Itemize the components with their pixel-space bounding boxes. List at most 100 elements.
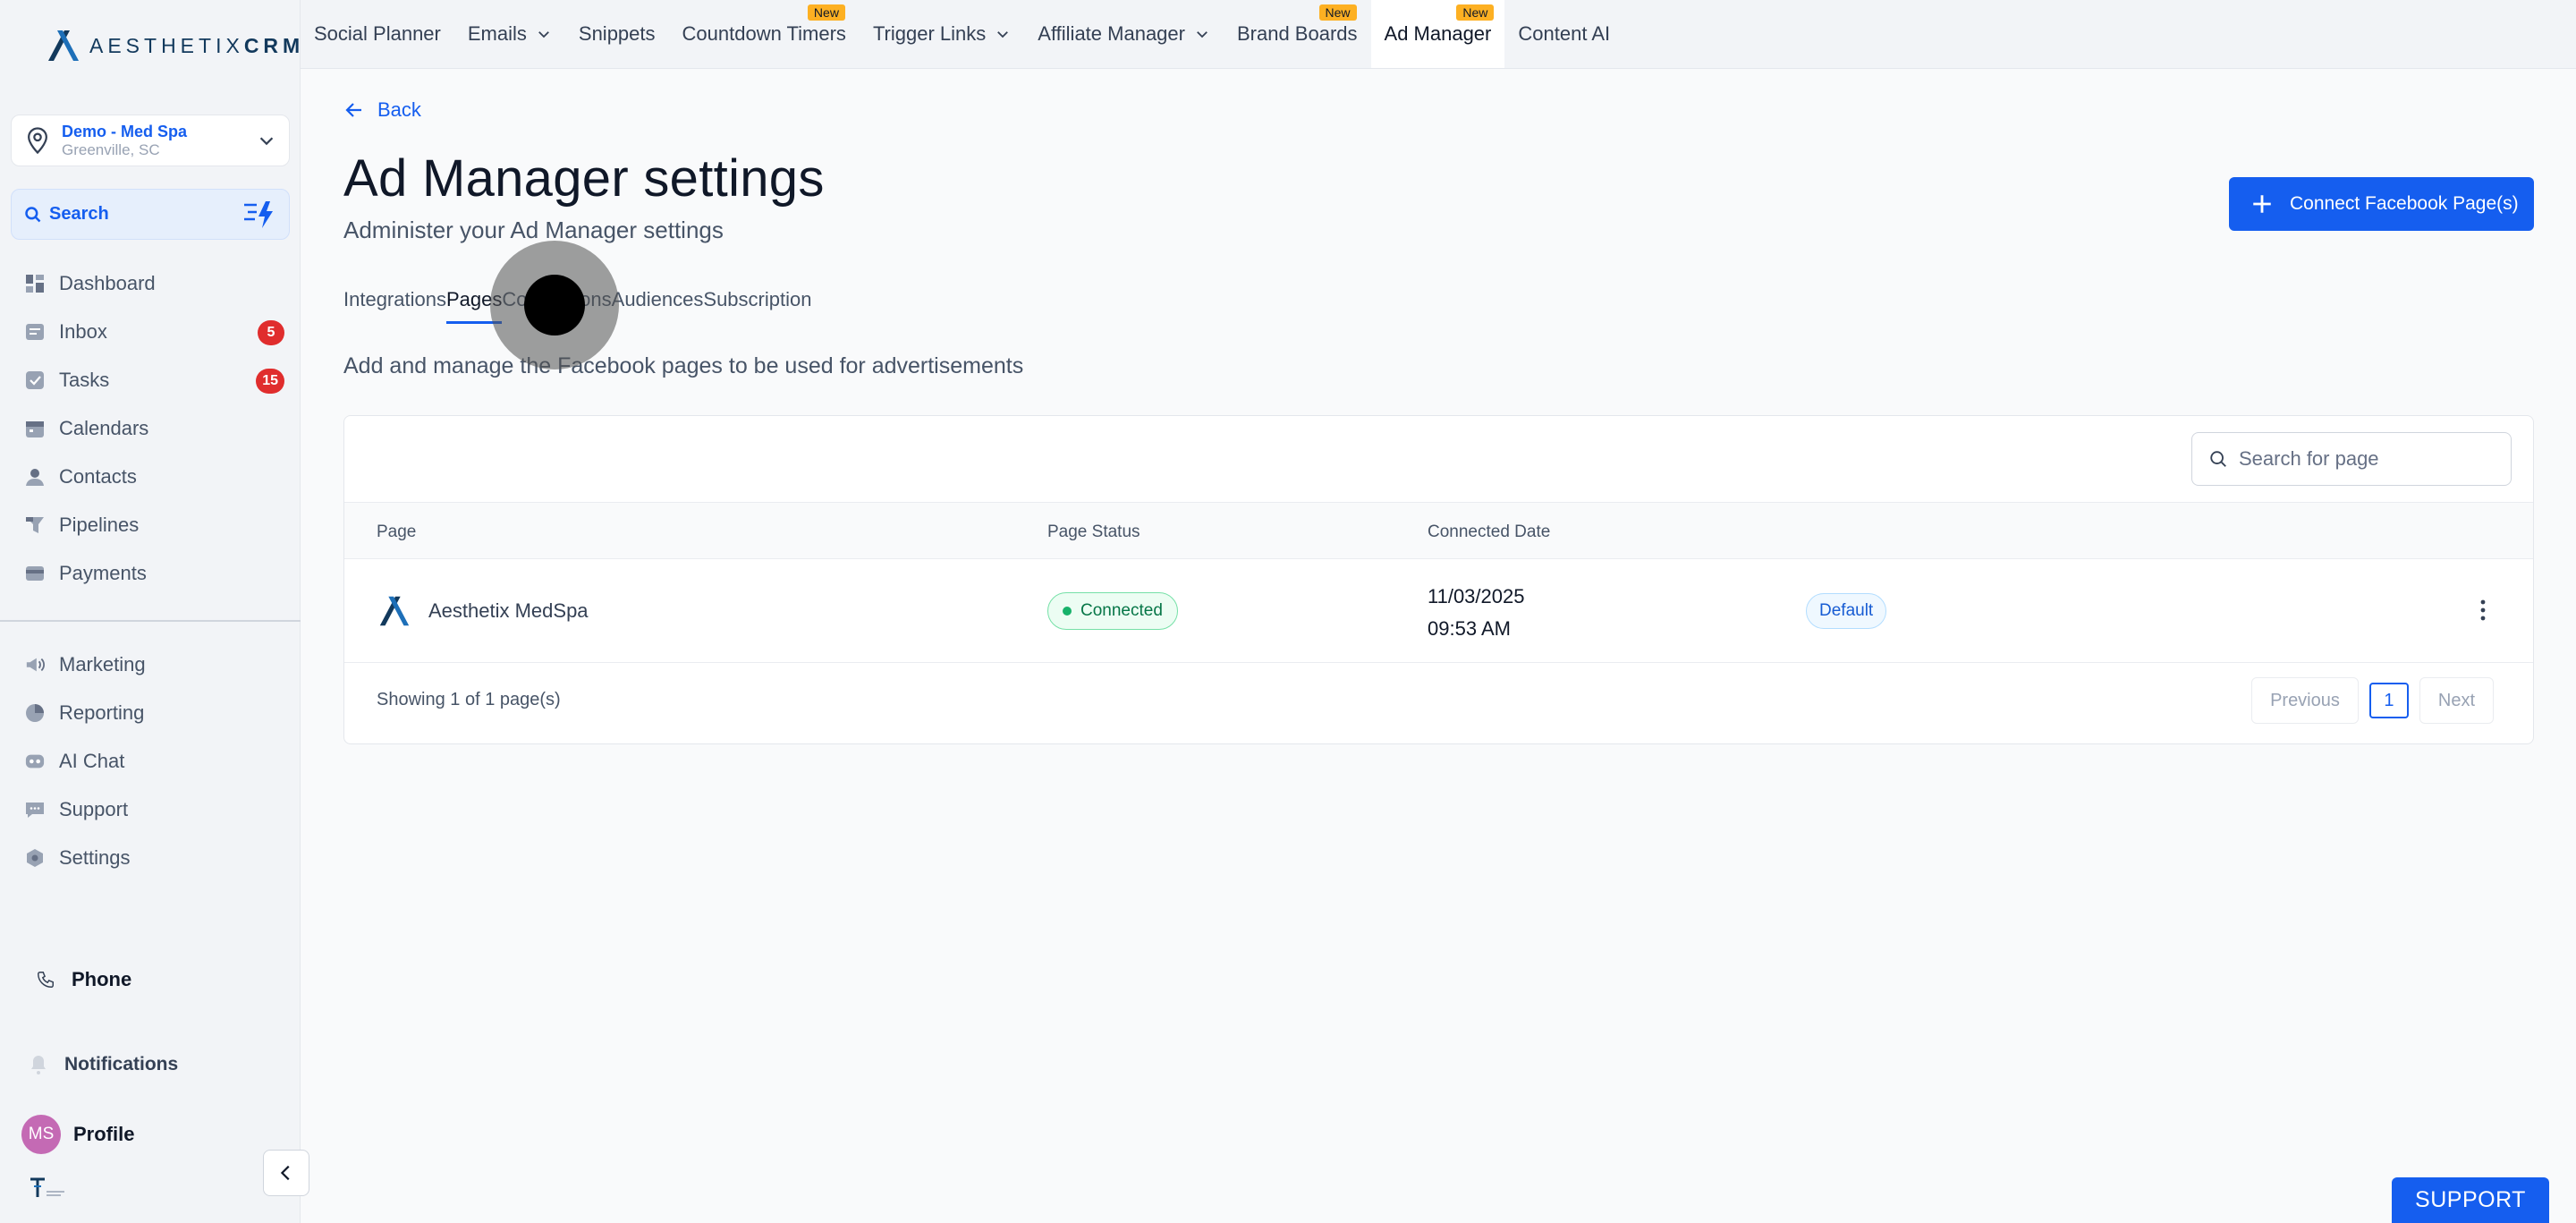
sidebar-item-reporting[interactable]: Reporting [0, 689, 301, 737]
sidebar-nav-primary: Dashboard Inbox 5 Tasks 15 Calendars Con… [0, 259, 301, 598]
location-city: Greenville, SC [62, 141, 160, 158]
tasks-icon [25, 370, 45, 390]
sidebar-item-tasks[interactable]: Tasks 15 [0, 356, 301, 404]
topnav-affiliate-manager[interactable]: Affiliate Manager [1024, 0, 1224, 68]
tab-integrations[interactable]: Integrations [343, 288, 446, 324]
table-row: Aesthetix MedSpa Connected 11/03/2025 09… [344, 559, 2533, 663]
connected-time: 09:53 AM [1428, 617, 1511, 640]
back-link[interactable]: Back [343, 98, 421, 122]
sidebar-item-marketing[interactable]: Marketing [0, 641, 301, 689]
previous-page-button[interactable]: Previous [2251, 677, 2359, 724]
sidebar-item-contacts[interactable]: Contacts [0, 453, 301, 501]
topnav-label: Snippets [578, 22, 656, 45]
marketing-icon [25, 655, 45, 675]
agency-mini-logo [27, 1174, 68, 1205]
sidebar-item-ai-chat[interactable]: AI Chat [0, 737, 301, 786]
phone-icon [38, 972, 54, 988]
page-cell: Aesthetix MedSpa [377, 593, 589, 629]
sidebar-item-label: Inbox [59, 320, 107, 343]
column-connected-date: Connected Date [1428, 522, 1551, 541]
calendar-icon [25, 419, 45, 438]
topnav-emails[interactable]: Emails [454, 0, 565, 68]
support-icon [25, 800, 45, 820]
row-actions-button[interactable] [2479, 599, 2487, 626]
sidebar-item-inbox[interactable]: Inbox 5 [0, 308, 301, 356]
chevron-down-icon [997, 31, 1009, 38]
page-logo-icon [379, 596, 410, 626]
search-icon [2210, 451, 2226, 467]
topnav-ad-manager[interactable]: Ad Manager New [1370, 0, 1505, 68]
avatar: MS [21, 1115, 61, 1154]
bell-icon [31, 1056, 46, 1074]
sidebar-search[interactable]: Search [11, 189, 290, 240]
topnav-label: Social Planner [314, 22, 441, 45]
topnav-label: Brand Boards [1236, 22, 1358, 45]
location-switcher[interactable]: Demo - Med Spa Greenville, SC [11, 115, 290, 166]
topnav-content-ai[interactable]: Content AI [1504, 0, 1623, 68]
status-badge: Connected [1047, 592, 1178, 630]
pagination: Previous 1 Next [2251, 677, 2494, 724]
sidebar-item-payments[interactable]: Payments [0, 549, 301, 598]
page-number-1[interactable]: 1 [2368, 683, 2409, 718]
sidebar-item-label: Dashboard [59, 272, 156, 294]
topnav-countdown-timers[interactable]: Countdown Timers New [669, 0, 860, 68]
quick-actions-icon[interactable] [242, 200, 276, 230]
tab-pages[interactable]: Pages [445, 288, 503, 324]
pagination-summary: Showing 1 of 1 page(s) [377, 690, 561, 709]
topnav-social-planner[interactable]: Social Planner [301, 0, 454, 68]
sidebar: AESTHETIXCRM Demo - Med Spa Greenville, … [0, 0, 309, 1223]
sidebar-item-settings[interactable]: Settings [0, 834, 301, 882]
chevron-down-icon [538, 31, 549, 38]
new-tag: New [1318, 4, 1357, 21]
status-dot [1063, 607, 1072, 616]
new-tag: New [1456, 4, 1495, 21]
section-description: Add and manage the Facebook pages to be … [343, 353, 1024, 378]
dashboard-icon [25, 274, 45, 293]
agency-logo-icon [30, 1177, 64, 1197]
topnav-brand-boards[interactable]: Brand Boards New [1224, 0, 1371, 68]
inbox-icon [25, 322, 45, 342]
connect-button-label: Connect Facebook Page(s) [2290, 193, 2519, 214]
table-header: Page Page Status Connected Date [344, 502, 2533, 559]
location-name: Demo - Med Spa [62, 123, 188, 140]
sidebar-notifications[interactable]: Notifications [29, 1054, 178, 1075]
back-label: Back [377, 98, 421, 121]
search-placeholder: Search for page [2239, 447, 2379, 470]
page-search-input[interactable]: Search for page [2191, 432, 2512, 486]
sidebar-item-label: Reporting [59, 701, 145, 724]
topnav-label: Trigger Links [872, 22, 987, 45]
sidebar-item-dashboard[interactable]: Dashboard [0, 259, 301, 308]
pipelines-icon [25, 515, 45, 535]
sidebar-item-label: Support [59, 798, 129, 820]
support-button[interactable]: SUPPORT [2392, 1177, 2549, 1223]
topnav-trigger-links[interactable]: Trigger Links [860, 0, 1024, 68]
topnav-label: Affiliate Manager [1038, 22, 1185, 45]
sidebar-profile[interactable]: MS Profile [21, 1115, 134, 1154]
sidebar-item-calendars[interactable]: Calendars [0, 404, 301, 453]
page-name: Aesthetix MedSpa [428, 599, 589, 622]
topnav-snippets[interactable]: Snippets [565, 0, 669, 68]
topnav-label: Countdown Timers [682, 22, 846, 45]
status-label: Connected [1080, 601, 1163, 620]
tab-subscription[interactable]: Subscription [703, 288, 811, 324]
topnav-label: Ad Manager [1384, 22, 1492, 45]
chevron-down-icon [1197, 31, 1208, 38]
settings-tabs: Integrations Pages Conversions Audiences… [343, 288, 811, 324]
sidebar-item-label: Settings [59, 846, 131, 869]
sidebar-item-pipelines[interactable]: Pipelines [0, 501, 301, 549]
brand-logo[interactable]: AESTHETIXCRM [45, 27, 304, 64]
page-subtitle: Administer your Ad Manager settings [343, 217, 724, 243]
tab-audiences[interactable]: Audiences [612, 288, 704, 324]
sidebar-phone[interactable]: Phone [36, 968, 131, 991]
new-tag: New [807, 4, 845, 21]
next-page-button[interactable]: Next [2419, 677, 2494, 724]
brand-name: AESTHETIXCRM [89, 33, 305, 57]
tab-conversions[interactable]: Conversions [502, 288, 611, 324]
top-navigation: Social Planner Emails Snippets Countdown… [301, 0, 2576, 69]
collapse-sidebar-button[interactable] [263, 1150, 309, 1196]
search-icon [25, 206, 41, 222]
map-pin-icon [28, 127, 47, 155]
sidebar-item-support[interactable]: Support [0, 786, 301, 834]
connect-facebook-pages-button[interactable]: Connect Facebook Page(s) [2229, 177, 2534, 231]
default-badge: Default [1806, 593, 1887, 629]
